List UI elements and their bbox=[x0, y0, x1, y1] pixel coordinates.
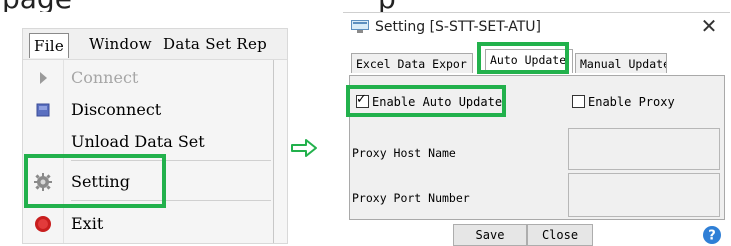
cropped-caption-left: page bbox=[2, 0, 272, 12]
auto-update-tab-highlight bbox=[477, 42, 569, 74]
menu-item-label: Exit bbox=[71, 214, 104, 233]
file-dropdown: Connect Disconnect Unload Data Set Setti… bbox=[23, 60, 274, 243]
menu-window[interactable]: Window bbox=[89, 35, 152, 55]
menu-item-connect[interactable]: Connect bbox=[23, 62, 273, 94]
checkbox-box[interactable] bbox=[572, 95, 585, 108]
menu-item-disconnect[interactable]: Disconnect bbox=[23, 94, 273, 126]
tab-excel-data-export[interactable]: Excel Data Expor bbox=[351, 53, 473, 73]
proxy-host-label: Proxy Host Name bbox=[352, 146, 456, 160]
close-icon[interactable]: ✕ bbox=[698, 15, 720, 37]
file-menu-panel: File Window Data Set Rep Connect Disconn… bbox=[22, 28, 288, 244]
menu-data-set-report[interactable]: Data Set Rep bbox=[163, 35, 267, 55]
connect-icon bbox=[35, 70, 51, 86]
menu-item-label: Disconnect bbox=[71, 100, 162, 119]
dialog-title: Setting [S-STT-SET-ATU] bbox=[375, 19, 541, 35]
tab-manual-update[interactable]: Manual Update bbox=[575, 53, 667, 73]
question-icon[interactable]: ? bbox=[702, 225, 722, 245]
disconnect-icon bbox=[35, 102, 51, 118]
menu-item-label: Unload Data Set bbox=[71, 132, 205, 151]
dialog-title-bar: Setting [S-STT-SET-ATU] ✕ bbox=[343, 13, 730, 43]
screenshot: page p File Window Data Set Rep Connect bbox=[0, 0, 731, 246]
menubar: File Window Data Set Rep bbox=[23, 29, 287, 60]
menu-file[interactable]: File bbox=[29, 33, 70, 58]
exit-icon bbox=[35, 216, 51, 232]
close-button[interactable]: Close bbox=[527, 224, 593, 246]
enable-proxy-checkbox[interactable]: Enable Proxy bbox=[572, 93, 675, 111]
svg-text:?: ? bbox=[708, 229, 716, 244]
proxy-port-input[interactable] bbox=[568, 173, 720, 217]
menu-item-label: Connect bbox=[71, 68, 139, 87]
cropped-caption-right: p bbox=[378, 0, 678, 12]
enable-auto-update-highlight bbox=[346, 85, 506, 117]
proxy-host-input[interactable] bbox=[568, 128, 720, 170]
checkbox-label: Enable Proxy bbox=[588, 95, 675, 109]
proxy-port-label: Proxy Port Number bbox=[352, 191, 470, 205]
save-button[interactable]: Save bbox=[453, 224, 527, 246]
right-arrow-icon bbox=[290, 138, 318, 158]
app-icon bbox=[351, 19, 369, 33]
setting-highlight bbox=[24, 154, 166, 208]
menu-item-exit[interactable]: Exit bbox=[23, 208, 273, 240]
